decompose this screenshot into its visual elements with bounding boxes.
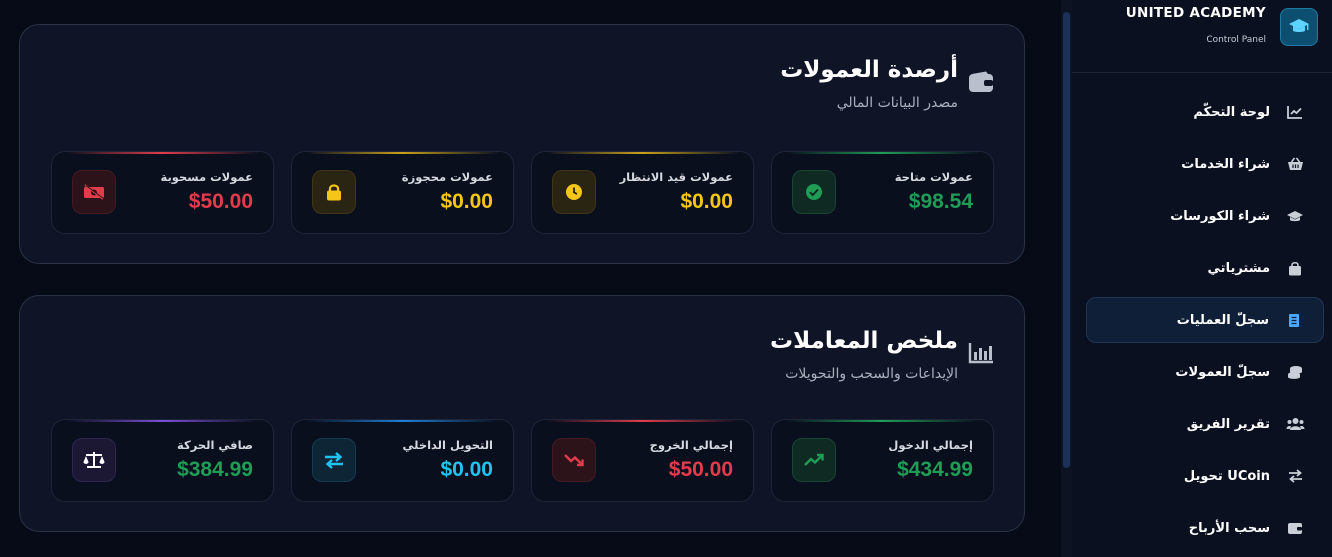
card-value: $0.00 [440,458,493,481]
sidebar-item-ucoin-transfer[interactable]: تحويل UCoin [1086,453,1324,499]
shopping-bag-icon [1284,261,1306,276]
available-commissions-card: عمولات متاحة $98.54 [771,151,994,234]
commission-balances-panel: أرصدة العمولات مصدر البيانات المالي عمول… [19,24,1025,264]
brand-subtitle: Control Panel [1206,35,1266,45]
basket-icon [1284,157,1306,171]
sidebar: UNITED ACADEMY Control Panel لوحة التحكّ… [1072,0,1332,557]
total-income-card: إجمالي الدخول $434.99 [771,419,994,502]
sidebar-item-my-purchases[interactable]: مشترياتي [1086,245,1324,291]
sidebar-item-label: سحب الأرباح [1188,520,1270,536]
graduation-cap-icon [1284,210,1306,223]
card-value: $384.99 [177,458,253,481]
sidebar-item-label: سجلّ العمولات [1175,364,1270,380]
sidebar-item-withdraw-profits[interactable]: سحب الأرباح [1086,505,1324,551]
money-bill-icon [72,170,116,214]
card-label: عمولات محجوزة [401,170,493,184]
card-label: عمولات قيد الانتظار [619,170,733,184]
users-icon [1284,417,1306,431]
brand-header: UNITED ACADEMY Control Panel [1072,0,1332,73]
sidebar-item-buy-courses[interactable]: شراء الكورسات [1086,193,1324,239]
chart-line-icon [1284,105,1306,119]
pending-commissions-card: عمولات قيد الانتظار $0.00 [531,151,754,234]
card-value: $98.54 [908,190,973,213]
card-value: $434.99 [897,458,973,481]
lock-icon [312,170,356,214]
sidebar-item-operations-log[interactable]: سجلّ العمليات [1086,297,1324,343]
card-value: $50.00 [188,190,253,213]
sidebar-item-buy-services[interactable]: شراء الخدمات [1086,141,1324,187]
withdrawn-commissions-card: عمولات مسحوبة $50.00 [51,151,274,234]
net-movement-card: صافي الحركة $384.99 [51,419,274,502]
card-label: إجمالي الدخول [888,438,973,452]
internal-transfer-card: التحويل الداخلي $0.00 [291,419,514,502]
scale-icon [72,438,116,482]
card-label: عمولات متاحة [894,170,973,184]
trend-up-icon [792,438,836,482]
sidebar-item-commissions-log[interactable]: سجلّ العمولات [1086,349,1324,395]
trend-down-icon [552,438,596,482]
card-label: صافي الحركة [177,438,253,452]
brand-title: UNITED ACADEMY [1125,5,1266,21]
reserved-commissions-card: عمولات محجوزة $0.00 [291,151,514,234]
exchange-icon [312,438,356,482]
card-value: $0.00 [440,190,493,213]
panel-title: ملخص المعاملات [770,328,958,354]
card-value: $0.00 [680,190,733,213]
sidebar-item-team-report[interactable]: تقرير الفريق [1086,401,1324,447]
wallet-icon [1284,522,1306,535]
transactions-summary-panel: ملخص المعاملات الإيداعات والسحب والتحويل… [19,295,1025,532]
sidebar-item-label: لوحة التحكّم [1193,104,1270,120]
bar-chart-icon [968,340,994,366]
graduation-cap-icon [1280,8,1318,46]
scrollbar-thumb[interactable] [1063,12,1070,468]
panel-subtitle: مصدر البيانات المالي [836,95,958,111]
check-circle-icon [792,170,836,214]
panel-subtitle: الإيداعات والسحب والتحويلات [785,366,958,382]
sidebar-item-label: شراء الخدمات [1181,156,1270,172]
card-value: $50.00 [668,458,733,481]
sidebar-item-label: تحويل UCoin [1183,468,1270,484]
receipt-icon [1283,313,1305,328]
sidebar-item-label: مشترياتي [1207,260,1270,276]
card-label: التحويل الداخلي [402,438,493,452]
exchange-icon [1284,469,1306,483]
sidebar-item-label: شراء الكورسات [1170,208,1270,224]
sidebar-item-dashboard[interactable]: لوحة التحكّم [1086,89,1324,135]
sidebar-item-label: تقرير الفريق [1186,416,1270,432]
card-label: عمولات مسحوبة [160,170,253,184]
card-label: إجمالي الخروج [649,438,733,452]
coins-icon [1284,365,1306,380]
clock-icon [552,170,596,214]
total-outgoing-card: إجمالي الخروج $50.00 [531,419,754,502]
wallet-icon [968,69,994,95]
panel-title: أرصدة العمولات [780,57,958,83]
sidebar-item-label: سجلّ العمليات [1176,312,1269,328]
